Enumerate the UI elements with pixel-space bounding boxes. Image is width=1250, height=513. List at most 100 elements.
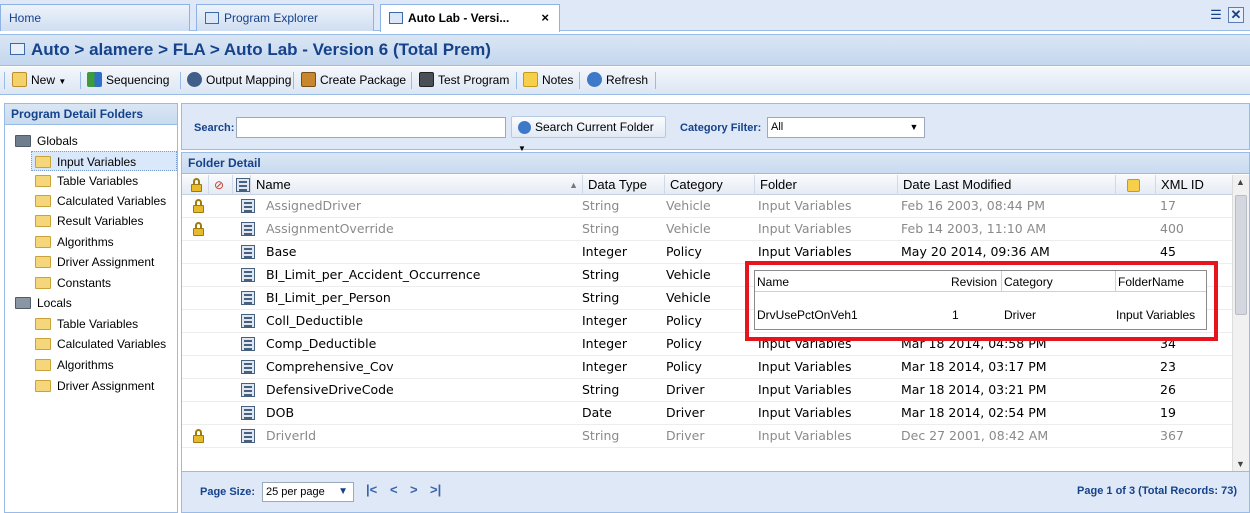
notes-button[interactable]: Notes [523, 72, 573, 88]
test-program-label: Test Program [438, 73, 510, 87]
scroll-down-icon[interactable]: ▼ [1236, 459, 1245, 469]
tree-label: Algorithms [57, 235, 114, 249]
tree-item-driver-assignment[interactable]: Driver Assignment [35, 252, 154, 272]
category-filter-value: All [771, 121, 784, 133]
test-program-button[interactable]: Test Program [419, 72, 509, 88]
tab-home[interactable]: Home [0, 4, 190, 31]
tree-item-input-variables[interactable]: Input Variables [31, 151, 177, 171]
cell-type: Integer [582, 336, 627, 351]
cell-category: Driver [666, 382, 705, 397]
scroll-up-icon[interactable]: ▲ [1236, 177, 1245, 187]
category-filter-label: Category Filter: [680, 122, 762, 134]
grid-icon [389, 12, 403, 24]
page-info: Page 1 of 3 (Total Records: 73) [1077, 485, 1237, 497]
page-size-label: Page Size: [200, 486, 256, 498]
folder-column-header[interactable]: Folder [754, 175, 897, 195]
tree-item-constants[interactable]: Constants [35, 273, 111, 293]
toolbar-separator [516, 72, 517, 89]
output-mapping-button[interactable]: Output Mapping [187, 72, 291, 88]
table-row[interactable]: DefensiveDriveCode String Driver Input Vari… [182, 379, 1232, 402]
tree-item-algorithms[interactable]: Algorithms [35, 355, 114, 375]
cell-name: DefensiveDriveCode [266, 382, 394, 397]
tree-item-table-variables[interactable]: Table Variables [35, 314, 138, 334]
lock-column-header[interactable] [182, 175, 208, 195]
tree-globals[interactable]: Globals [15, 131, 78, 151]
tree-item-driver-assignment[interactable]: Driver Assignment [35, 376, 154, 396]
refresh-button[interactable]: Refresh [587, 72, 648, 88]
tree-item-calculated-variables[interactable]: Calculated Variables [35, 334, 166, 354]
prev-page-icon[interactable]: < [390, 482, 398, 497]
data-type-column-header[interactable]: Data Type [582, 175, 664, 195]
tree-item-algorithms[interactable]: Algorithms [35, 232, 114, 252]
tree-item-calculated-variables[interactable]: Calculated Variables [35, 191, 166, 211]
name-column-header[interactable]: Name ▲ [250, 175, 582, 195]
lock-icon [193, 429, 204, 443]
tree-item-result-variables[interactable]: Result Variables [35, 211, 143, 231]
chevron-down-icon: ▼ [338, 486, 348, 497]
cell-category: Policy [666, 313, 702, 328]
date-column-header[interactable]: Date Last Modified [897, 175, 1115, 195]
search-input[interactable] [236, 117, 506, 138]
cell-date: Dec 27 2001, 08:42 AM [901, 428, 1049, 443]
table-row[interactable]: DriverId String Driver Input Variables Dec 2… [182, 425, 1232, 448]
cell-category: Policy [666, 244, 702, 259]
cell-type: String [582, 428, 620, 443]
cell-name: Coll_Deductible [266, 313, 364, 328]
list-icon [236, 178, 250, 192]
toolbar-grip [655, 72, 656, 89]
cell-category: Vehicle [666, 198, 711, 213]
xml-id-column-header[interactable]: XML ID [1155, 175, 1232, 195]
first-page-icon[interactable]: |< [366, 482, 377, 497]
popup-row[interactable]: DrvUsePctOnVeh1 1 Driver Input Variables [755, 306, 1206, 324]
grid-scrollbar[interactable]: ▲ ▼ [1232, 175, 1249, 471]
next-page-icon[interactable]: > [410, 482, 418, 497]
close-tab-icon[interactable]: × [541, 5, 549, 31]
name-column-label: Name [256, 177, 291, 192]
notes-column-header[interactable] [1115, 175, 1155, 195]
variable-icon [241, 406, 255, 420]
tree-label: Driver Assignment [57, 379, 155, 393]
cell-name: Base [266, 244, 297, 259]
tree-item-table-variables[interactable]: Table Variables [35, 171, 138, 191]
table-row[interactable]: AssignmentOverride String Vehicle Input Var… [182, 218, 1232, 241]
toolbar-separator [80, 72, 81, 89]
scroll-thumb[interactable] [1235, 195, 1247, 315]
search-bar: Search: Search Current Folder ▼ Category… [181, 103, 1250, 153]
table-row[interactable]: AssignedDriver String Vehicle Input Variabl… [182, 195, 1232, 218]
table-row[interactable]: DOB Date Driver Input Variables Mar 18 2014,… [182, 402, 1232, 425]
close-all-icon[interactable]: ✕ [1228, 7, 1244, 23]
output-mapping-label: Output Mapping [206, 73, 292, 87]
type-column-header[interactable] [232, 175, 250, 195]
tab-list-icon[interactable]: ☰ [1208, 8, 1224, 24]
popup-row-revision: 1 [952, 308, 959, 322]
last-page-icon[interactable]: >| [430, 482, 441, 497]
tree-label: Table Variables [57, 174, 139, 188]
cell-date: Feb 16 2003, 08:44 PM [901, 198, 1046, 213]
sequencing-label: Sequencing [106, 73, 170, 87]
checkout-column-header[interactable]: ⊘ [208, 175, 232, 195]
tree-label: Algorithms [57, 358, 114, 372]
tree-locals[interactable]: Locals [15, 293, 72, 313]
cell-date: Feb 14 2003, 11:10 AM [901, 221, 1047, 236]
tab-tools: ☰ ✕ [1204, 7, 1244, 24]
folder-icon [35, 359, 51, 371]
page-size-select[interactable]: 25 per page ▼ [262, 482, 354, 502]
test-program-icon [419, 72, 434, 87]
create-package-button[interactable]: Create Package [301, 72, 406, 88]
search-icon [518, 121, 531, 134]
table-row[interactable]: Comprehensive_Cov Integer Policy Input Vari… [182, 356, 1232, 379]
cell-category: Driver [666, 428, 705, 443]
popup-row-category: Driver [1004, 308, 1036, 322]
sort-asc-icon: ▲ [569, 180, 578, 190]
popup-header: Name Revision Category FolderName [755, 271, 1206, 292]
sequencing-button[interactable]: Sequencing [87, 72, 169, 88]
new-button[interactable]: New ▼ [12, 72, 66, 90]
category-column-header[interactable]: Category [664, 175, 754, 195]
tab-auto-lab[interactable]: Auto Lab - Versi... × [380, 4, 560, 32]
category-filter-select[interactable]: All ▼ [767, 117, 925, 138]
cell-id: 23 [1160, 359, 1176, 374]
sequencing-icon [87, 72, 102, 87]
tab-program-explorer[interactable]: Program Explorer [196, 4, 374, 31]
grid-header: ⊘ Name ▲ Data Type Category Folder Date … [182, 175, 1232, 195]
search-current-folder-button[interactable]: Search Current Folder ▼ [511, 116, 666, 153]
